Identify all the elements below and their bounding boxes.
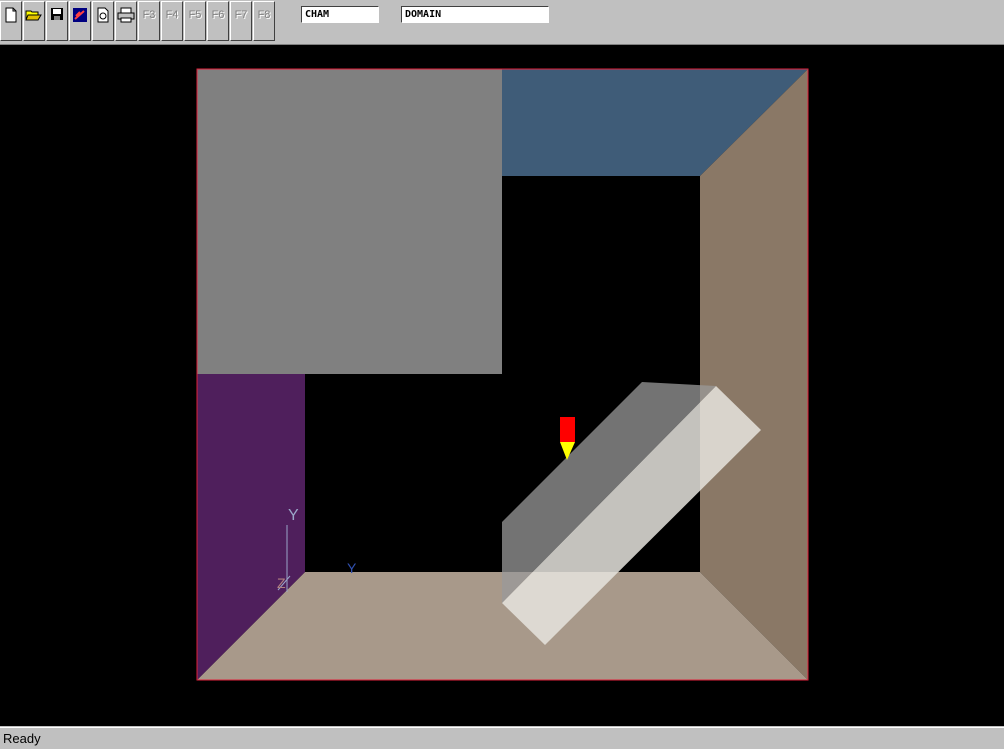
open-folder-icon xyxy=(25,10,42,21)
f5-label: F5 xyxy=(188,9,202,21)
f7-label: F7 xyxy=(234,9,248,21)
f3-label: F3 xyxy=(142,9,156,21)
axis-z-label: Z xyxy=(277,575,286,591)
draw-tool-icon xyxy=(73,8,87,22)
f8-label: F8 xyxy=(257,9,271,21)
f8-button[interactable]: F8 xyxy=(253,1,275,41)
f6-label: F6 xyxy=(211,9,225,21)
f4-label: F4 xyxy=(165,9,179,21)
graphics-viewport[interactable]: Y Z Y xyxy=(0,45,1004,726)
axis-y-label: Y xyxy=(288,507,299,524)
refresh-page-icon xyxy=(97,7,109,23)
printer-icon xyxy=(117,7,135,23)
refresh-button[interactable] xyxy=(92,1,114,41)
status-bar: Ready xyxy=(0,727,1004,749)
f5-button[interactable]: F5 xyxy=(184,1,206,41)
draw-button[interactable] xyxy=(69,1,91,41)
f4-button[interactable]: F4 xyxy=(161,1,183,41)
domain-field[interactable]: DOMAIN xyxy=(401,6,549,23)
status-text: Ready xyxy=(3,731,41,746)
cham-field[interactable]: CHAM xyxy=(301,6,379,23)
open-button[interactable] xyxy=(23,1,45,41)
toolbar: F3 F4 F5 F6 F7 F8 CHAM DOMAIN xyxy=(0,0,1004,45)
scene-canvas: Y Z Y xyxy=(0,45,1004,726)
f6-button[interactable]: F6 xyxy=(207,1,229,41)
f3-button[interactable]: F3 xyxy=(138,1,160,41)
floppy-disk-icon xyxy=(51,8,63,20)
print-button[interactable] xyxy=(115,1,137,41)
top-left-block xyxy=(197,69,502,374)
probe-marker[interactable] xyxy=(560,417,575,442)
new-file-button[interactable] xyxy=(0,1,22,41)
new-file-icon xyxy=(5,7,17,23)
f7-button[interactable]: F7 xyxy=(230,1,252,41)
save-button[interactable] xyxy=(46,1,68,41)
viewpoint-marker-label: Y xyxy=(347,560,357,576)
